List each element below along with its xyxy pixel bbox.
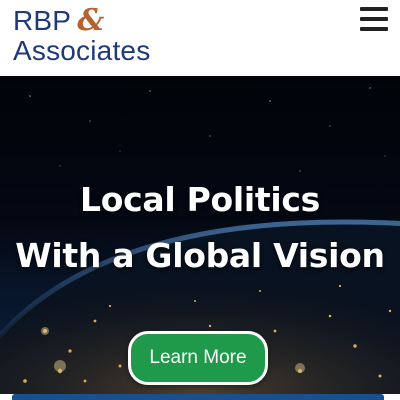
logo[interactable]: RBP & Associates [13, 6, 150, 66]
hamburger-menu-icon[interactable] [360, 7, 388, 31]
logo-text-rbp: RBP [13, 5, 72, 36]
menu-bar [360, 17, 388, 21]
learn-more-button[interactable]: Learn More [128, 331, 268, 385]
site-header: RBP & Associates [0, 0, 400, 76]
menu-bar [360, 7, 388, 11]
menu-bar [360, 27, 388, 31]
bottom-strip [12, 394, 384, 400]
hero-banner: Local Politics With a Global Vision Lear… [0, 76, 400, 394]
logo-ampersand: & [77, 3, 105, 38]
hero-headline-line1: Local Politics [80, 180, 320, 219]
hero-headline-line2: With a Global Vision [15, 236, 385, 275]
bottom-bar [0, 394, 400, 400]
logo-text-associates: Associates [13, 35, 151, 66]
